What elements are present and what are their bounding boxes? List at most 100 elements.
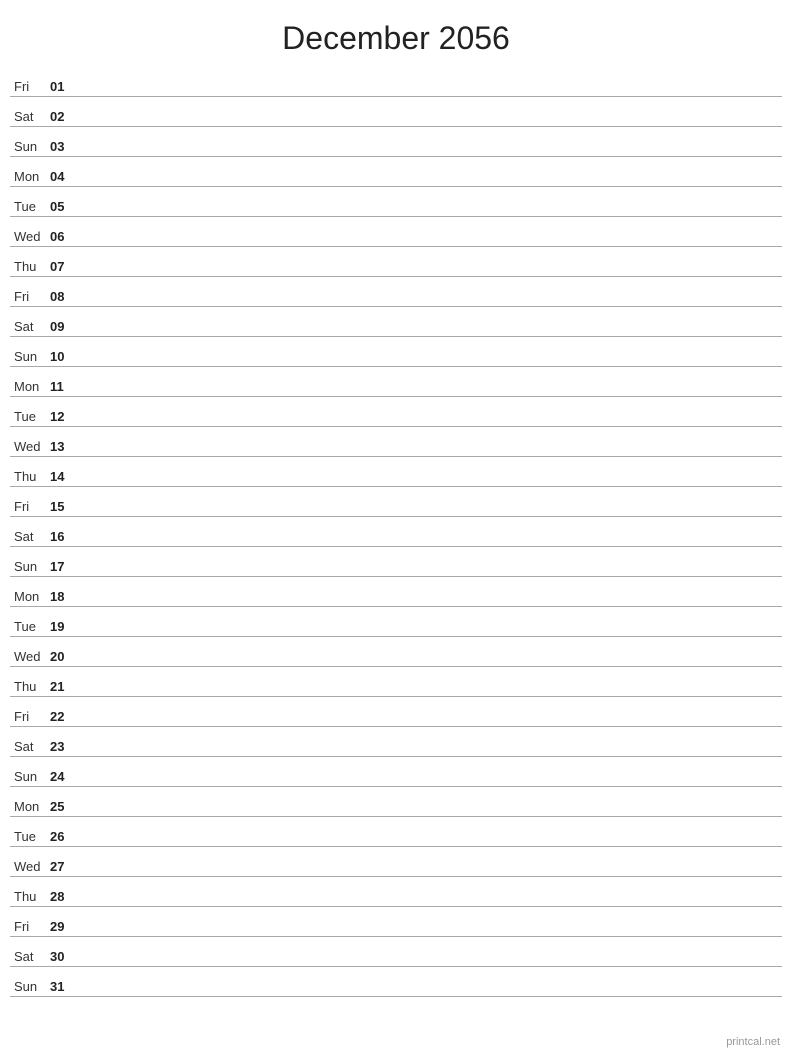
day-name: Thu (10, 469, 50, 484)
day-name: Thu (10, 259, 50, 274)
table-row: Tue19 (10, 607, 782, 637)
day-name: Mon (10, 799, 50, 814)
day-number: 25 (50, 799, 78, 814)
day-number: 06 (50, 229, 78, 244)
day-name: Sat (10, 529, 50, 544)
day-line (78, 543, 782, 544)
table-row: Sat02 (10, 97, 782, 127)
day-name: Sat (10, 949, 50, 964)
table-row: Fri22 (10, 697, 782, 727)
table-row: Sun10 (10, 337, 782, 367)
day-line (78, 573, 782, 574)
table-row: Mon11 (10, 367, 782, 397)
day-name: Sun (10, 349, 50, 364)
day-number: 12 (50, 409, 78, 424)
day-name: Sat (10, 319, 50, 334)
table-row: Sun24 (10, 757, 782, 787)
day-number: 02 (50, 109, 78, 124)
day-line (78, 333, 782, 334)
day-line (78, 303, 782, 304)
calendar-grid: Fri01Sat02Sun03Mon04Tue05Wed06Thu07Fri08… (0, 67, 792, 997)
day-name: Sun (10, 979, 50, 994)
day-name: Fri (10, 499, 50, 514)
day-number: 31 (50, 979, 78, 994)
day-line (78, 663, 782, 664)
day-line (78, 783, 782, 784)
day-number: 16 (50, 529, 78, 544)
day-number: 08 (50, 289, 78, 304)
day-number: 22 (50, 709, 78, 724)
day-line (78, 813, 782, 814)
day-number: 23 (50, 739, 78, 754)
table-row: Tue26 (10, 817, 782, 847)
day-name: Mon (10, 169, 50, 184)
day-number: 09 (50, 319, 78, 334)
day-line (78, 633, 782, 634)
day-line (78, 873, 782, 874)
table-row: Mon04 (10, 157, 782, 187)
day-line (78, 693, 782, 694)
day-name: Sat (10, 739, 50, 754)
table-row: Mon18 (10, 577, 782, 607)
watermark: printcal.net (726, 1036, 780, 1048)
table-row: Fri08 (10, 277, 782, 307)
day-number: 04 (50, 169, 78, 184)
day-name: Mon (10, 589, 50, 604)
day-line (78, 903, 782, 904)
day-name: Sat (10, 109, 50, 124)
day-number: 29 (50, 919, 78, 934)
table-row: Sat30 (10, 937, 782, 967)
day-number: 24 (50, 769, 78, 784)
day-number: 10 (50, 349, 78, 364)
day-number: 01 (50, 79, 78, 94)
day-name: Wed (10, 229, 50, 244)
day-line (78, 603, 782, 604)
table-row: Thu07 (10, 247, 782, 277)
table-row: Sat09 (10, 307, 782, 337)
day-name: Fri (10, 709, 50, 724)
day-line (78, 363, 782, 364)
day-number: 30 (50, 949, 78, 964)
day-line (78, 723, 782, 724)
day-number: 03 (50, 139, 78, 154)
day-name: Tue (10, 619, 50, 634)
table-row: Thu21 (10, 667, 782, 697)
day-name: Fri (10, 919, 50, 934)
table-row: Thu14 (10, 457, 782, 487)
day-line (78, 963, 782, 964)
table-row: Wed06 (10, 217, 782, 247)
day-name: Wed (10, 859, 50, 874)
table-row: Sun17 (10, 547, 782, 577)
table-row: Wed27 (10, 847, 782, 877)
table-row: Sat23 (10, 727, 782, 757)
table-row: Wed20 (10, 637, 782, 667)
day-line (78, 933, 782, 934)
day-name: Wed (10, 439, 50, 454)
day-line (78, 993, 782, 994)
day-line (78, 483, 782, 484)
day-number: 17 (50, 559, 78, 574)
day-line (78, 453, 782, 454)
day-line (78, 153, 782, 154)
table-row: Tue05 (10, 187, 782, 217)
day-line (78, 393, 782, 394)
day-number: 11 (50, 379, 78, 394)
day-line (78, 213, 782, 214)
day-number: 21 (50, 679, 78, 694)
day-number: 05 (50, 199, 78, 214)
table-row: Thu28 (10, 877, 782, 907)
day-number: 20 (50, 649, 78, 664)
table-row: Sat16 (10, 517, 782, 547)
day-name: Mon (10, 379, 50, 394)
day-number: 18 (50, 589, 78, 604)
day-name: Sun (10, 769, 50, 784)
day-name: Wed (10, 649, 50, 664)
day-line (78, 423, 782, 424)
day-line (78, 753, 782, 754)
table-row: Tue12 (10, 397, 782, 427)
day-name: Tue (10, 829, 50, 844)
table-row: Sun03 (10, 127, 782, 157)
day-name: Tue (10, 199, 50, 214)
day-number: 13 (50, 439, 78, 454)
day-number: 15 (50, 499, 78, 514)
